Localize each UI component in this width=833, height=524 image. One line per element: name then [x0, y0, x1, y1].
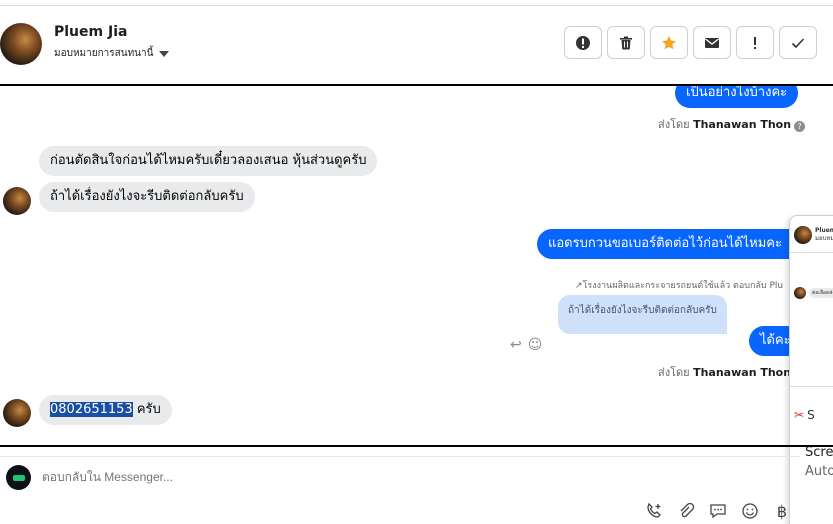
attachment-icon[interactable]	[675, 500, 697, 522]
sender-name: Thanawan Thon	[693, 366, 792, 379]
float-panel-line: Auto	[805, 464, 833, 479]
composer-toolbar: ฿	[643, 500, 793, 522]
important-button[interactable]	[736, 26, 774, 59]
float-panel-item-label: S	[807, 408, 815, 422]
float-panel-message: ต่อเลือดส่งด	[794, 287, 833, 299]
page-avatar	[6, 465, 31, 490]
message-bubble-incoming[interactable]: 0802651153 ครับ	[39, 395, 172, 425]
info-icon[interactable]: ?	[794, 121, 806, 132]
assign-label: มอบหมายการสนทนานี้	[54, 48, 154, 59]
message-bubble-incoming[interactable]: ถ้าได้เรื่องยังไงจะรีบติดต่อกลับครับ	[39, 182, 255, 212]
quoted-message[interactable]: ถ้าได้เรื่องยังไงจะรีบติดต่อกลับครับ	[558, 295, 727, 334]
exclamation-icon	[754, 36, 756, 49]
payment-baht-icon[interactable]: ฿	[771, 500, 793, 522]
float-panel-pill: ต่อเลือดส่งด	[809, 288, 833, 298]
composer-top-border	[0, 456, 800, 457]
phone-number-selected[interactable]: 0802651153	[50, 402, 133, 417]
float-panel-name: Pluem	[815, 227, 833, 234]
contact-avatar[interactable]	[0, 23, 42, 65]
saved-replies-icon[interactable]	[707, 500, 729, 522]
alert-circle-icon	[576, 35, 590, 50]
envelope-icon	[705, 37, 719, 48]
sender-avatar[interactable]	[3, 399, 31, 427]
caret-down-icon	[159, 50, 170, 57]
sent-by-prefix: ส่งโดย	[658, 118, 690, 131]
float-panel-msg-avatar	[794, 287, 806, 299]
float-panel-avatar	[794, 226, 812, 244]
conversation-header: Pluem Jia มอบหมายการสนทนานี้	[0, 6, 833, 84]
sent-by-prefix: ส่งโดย	[658, 366, 690, 379]
scissors-icon: ✂	[794, 408, 805, 422]
message-actions: ↩ ☺	[510, 337, 542, 353]
mark-unread-button[interactable]	[693, 26, 731, 59]
reply-input[interactable]	[42, 470, 642, 484]
contact-name[interactable]: Pluem Jia	[54, 24, 127, 40]
call-add-icon[interactable]	[643, 500, 665, 522]
sent-by-caption: ส่งโดย Thanawan Thon	[658, 363, 791, 381]
assign-conversation-dropdown[interactable]: มอบหมายการสนทนานี้	[54, 46, 170, 61]
float-panel-item[interactable]: ✂ S	[794, 408, 815, 422]
page-logo-icon	[12, 474, 25, 481]
float-panel-line: Scree	[805, 445, 833, 460]
message-bubble-outgoing[interactable]: เป็นอย่างไงบ้างคะ	[675, 86, 799, 108]
star-icon	[662, 35, 676, 49]
float-panel-title: Pluem มอบหมาย	[815, 227, 833, 243]
mark-done-button[interactable]	[779, 26, 817, 59]
star-button[interactable]	[650, 26, 688, 59]
message-thread[interactable]: เป็นอย่างไงบ้างคะ ส่งโดย Thanawan Thon? …	[0, 86, 833, 445]
message-text: ครับ	[132, 402, 161, 417]
composer-divider	[0, 445, 833, 447]
sent-by-caption: ส่งโดย Thanawan Thon?	[658, 115, 806, 133]
message-bubble-outgoing[interactable]: แอดรบกวนขอเบอร์ติดต่อไว้ก่อนได้ไหมคะ	[537, 229, 822, 259]
message-bubble-incoming[interactable]: ก่อนตัดสินใจก่อนได้ไหมครับเดี๋ยวลองเสนอ …	[39, 146, 378, 176]
header-actions	[564, 26, 817, 59]
sender-name: Thanawan Thon	[693, 118, 792, 131]
float-panel-header: Pluem มอบหมาย	[794, 226, 833, 244]
react-emoji-icon[interactable]: ☺	[528, 337, 543, 353]
floating-chat-panel[interactable]: Pluem มอบหมาย ต่อเลือดส่งด ✂ S Scree Aut…	[789, 215, 833, 524]
reply-icon[interactable]: ↩	[510, 337, 522, 353]
float-panel-sub: มอบหมาย	[815, 235, 833, 242]
float-panel-divider	[790, 252, 833, 253]
delete-button[interactable]	[607, 26, 645, 59]
trash-icon	[620, 36, 632, 49]
checkmark-icon	[791, 37, 805, 48]
emoji-icon[interactable]	[739, 500, 761, 522]
reply-caption: ↗โรงงานผลิตและกระจายรถยนต์ใช้แล้ว ตอบกลั…	[575, 281, 784, 291]
sender-avatar[interactable]	[3, 187, 31, 215]
float-panel-divider	[790, 386, 833, 387]
report-spam-button[interactable]	[564, 26, 602, 59]
